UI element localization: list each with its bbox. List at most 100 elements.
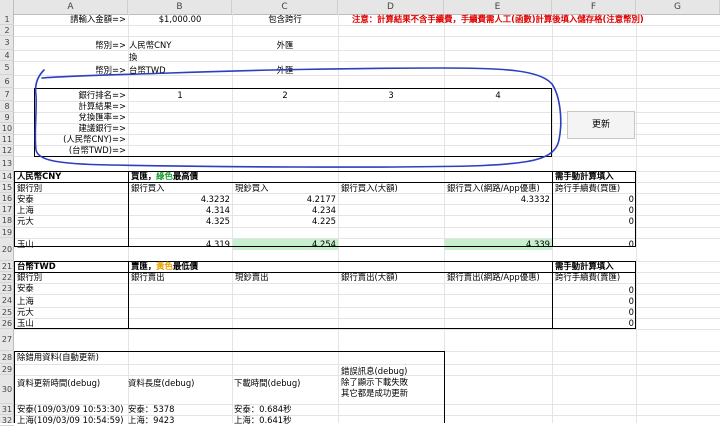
column-header-a[interactable]: A [14, 0, 128, 14]
row-header[interactable]: 17 [0, 204, 14, 215]
select-all-corner[interactable] [0, 0, 14, 14]
currency-label-a: 幣別=> [95, 40, 126, 50]
row-header[interactable]: 11 [0, 134, 14, 145]
buy-row-cash-buy: 4.254 [312, 239, 336, 249]
ranking-label: 建議銀行=> [78, 123, 126, 133]
debug-row-length: 上海：9423 [128, 415, 175, 425]
column-header-bar: A B C D E F G [0, 0, 720, 15]
buy-row-fee[interactable]: 0 [552, 239, 634, 250]
debug-row-length: 安泰：5378 [128, 404, 175, 414]
buy-col-fee: 跨行手續費(買匯) [555, 183, 621, 193]
row-header[interactable]: 14 [0, 171, 14, 182]
refresh-button[interactable]: 更新 [567, 111, 635, 139]
sell-row-fee[interactable]: 0 [552, 318, 634, 329]
buy-col-large: 銀行買入(大額) [341, 183, 398, 193]
debug-err-line3: 其它都是成功更新 [341, 388, 408, 398]
buy-row-bank-buy: 4.314 [206, 205, 230, 215]
row-header[interactable]: 24 [0, 294, 14, 307]
sell-col-large: 銀行賣出(大額) [341, 272, 398, 282]
row-header[interactable]: 28 [0, 351, 14, 364]
rank-number: 1 [177, 90, 183, 100]
currency-label-b: 幣別=> [95, 65, 126, 75]
buy-row-fee[interactable]: 0 [552, 216, 634, 227]
row-header[interactable]: 32 [0, 415, 14, 426]
row-header[interactable]: 12 [0, 145, 14, 156]
amount-value[interactable]: $1,000.00 [128, 14, 232, 25]
sell-row-bank: 上海 [17, 296, 34, 306]
row-header[interactable]: 19 [0, 227, 14, 238]
row-header[interactable]: 15 [0, 182, 14, 193]
column-header-c[interactable]: C [232, 0, 338, 14]
fx-a-select[interactable]: 外匯 [232, 40, 338, 51]
column-header-g[interactable]: G [636, 0, 720, 14]
row-header[interactable]: 21 [0, 261, 14, 272]
ranking-label: 兌換匯率=> [78, 112, 126, 122]
row-header[interactable]: 5 [0, 61, 14, 75]
column-header-f[interactable]: F [552, 0, 636, 14]
row-header[interactable]: 4 [0, 50, 14, 61]
row-header[interactable]: 23 [0, 283, 14, 294]
buy-row-fee[interactable]: 0 [552, 194, 634, 205]
sell-row-bank: 玉山 [17, 318, 34, 328]
debug-col-length: 資料長度(debug) [128, 378, 195, 388]
buy-row-fee[interactable]: 0 [552, 205, 634, 216]
rank-number: 3 [388, 90, 394, 100]
row-header[interactable]: 3 [0, 36, 14, 50]
row-header[interactable]: 30 [0, 375, 14, 404]
sell-table-title: 賣匯，黃色最低價 [131, 261, 198, 271]
row-header[interactable]: 27 [0, 329, 14, 351]
rank-number: 2 [282, 90, 288, 100]
buy-row-bank: 上海 [17, 205, 34, 215]
row-header[interactable]: 6 [0, 75, 14, 88]
row-header[interactable]: 29 [0, 364, 14, 375]
row-header[interactable]: 31 [0, 404, 14, 415]
swap-button[interactable]: 換 [129, 52, 137, 63]
sell-col-cash-sell: 現鈔賣出 [235, 272, 269, 282]
row-header[interactable]: 26 [0, 318, 14, 329]
column-header-b[interactable]: B [128, 0, 232, 14]
buy-col-bank-buy: 銀行買入 [131, 183, 165, 193]
debug-row-time: 安泰(109/03/09 10:53:30) [17, 404, 124, 414]
row-header[interactable]: 2 [0, 25, 14, 36]
sell-row-fee[interactable]: 0 [552, 285, 634, 296]
currency-a-select[interactable]: 人民幣CNY [129, 40, 171, 51]
buy-row-cash-buy: 4.225 [312, 216, 336, 226]
row-header[interactable]: 1 [0, 14, 14, 25]
row-header[interactable]: 25 [0, 307, 14, 318]
debug-title: 除錯用資料(自動更新) [17, 352, 99, 362]
buy-table-title: 買匯，綠色最高價 [131, 171, 198, 181]
sell-table-currency: 台幣TWD [17, 261, 56, 271]
debug-row-download: 上海：0.641秒 [234, 415, 292, 425]
buy-row-bank-buy: 4.325 [206, 216, 230, 226]
ranking-label: 計算結果=> [78, 101, 126, 111]
buy-row-bank: 玉山 [17, 239, 34, 249]
sell-col-bank-sell: 銀行賣出 [131, 272, 165, 282]
row-header[interactable]: 10 [0, 123, 14, 134]
buy-row-bank-buy: 4.319 [206, 239, 230, 249]
currency-b-select[interactable]: 台幣TWD [129, 65, 166, 76]
column-header-d[interactable]: D [338, 0, 444, 14]
buy-row-bank: 元大 [17, 216, 34, 226]
rank-number: 4 [495, 90, 501, 100]
row-header[interactable]: 13 [0, 156, 14, 171]
row-header[interactable]: 8 [0, 101, 14, 112]
sell-row-fee[interactable]: 0 [552, 296, 634, 307]
row-header[interactable]: 7 [0, 88, 14, 101]
buy-col-bank: 銀行別 [17, 183, 43, 193]
fx-b-select[interactable]: 外匯 [232, 65, 338, 76]
row-header[interactable]: 16 [0, 193, 14, 204]
column-header-e[interactable]: E [444, 0, 552, 14]
buy-row-bank-buy: 4.3232 [200, 194, 230, 204]
buy-col-cash-buy: 現鈔買入 [235, 183, 269, 193]
buy-row-app: 4.3332 [520, 194, 550, 204]
row-header[interactable]: 22 [0, 272, 14, 283]
buy-row-cash-buy: 4.2177 [306, 194, 336, 204]
buy-table-currency: 人民幣CNY [17, 171, 62, 181]
row-header[interactable]: 18 [0, 215, 14, 227]
debug-col-download: 下載時間(debug) [234, 378, 301, 388]
sell-row-fee[interactable]: 0 [552, 307, 634, 318]
row-header[interactable]: 9 [0, 112, 14, 123]
buy-manual-header: 需手動計算填入 [555, 171, 614, 181]
buy-col-app: 銀行買入(網路/App優惠) [447, 183, 540, 193]
row-header[interactable]: 20 [0, 238, 14, 261]
